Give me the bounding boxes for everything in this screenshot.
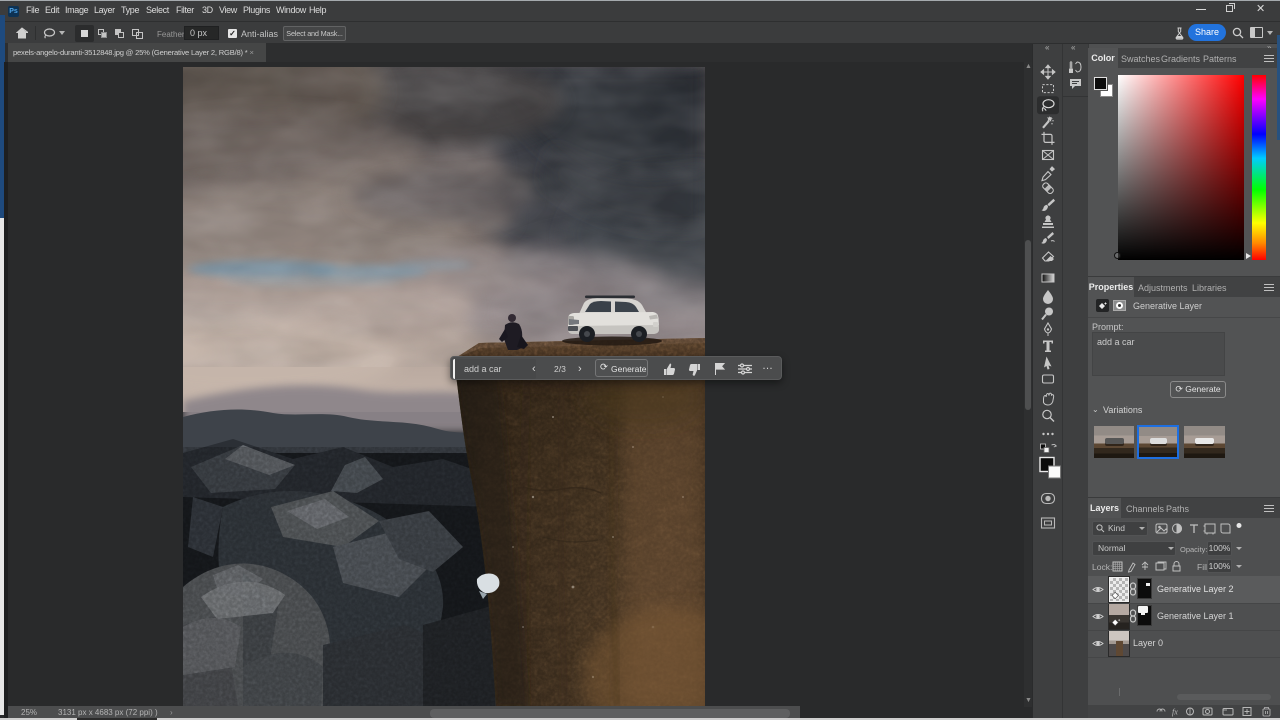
svg-text:fx: fx	[1172, 708, 1178, 717]
